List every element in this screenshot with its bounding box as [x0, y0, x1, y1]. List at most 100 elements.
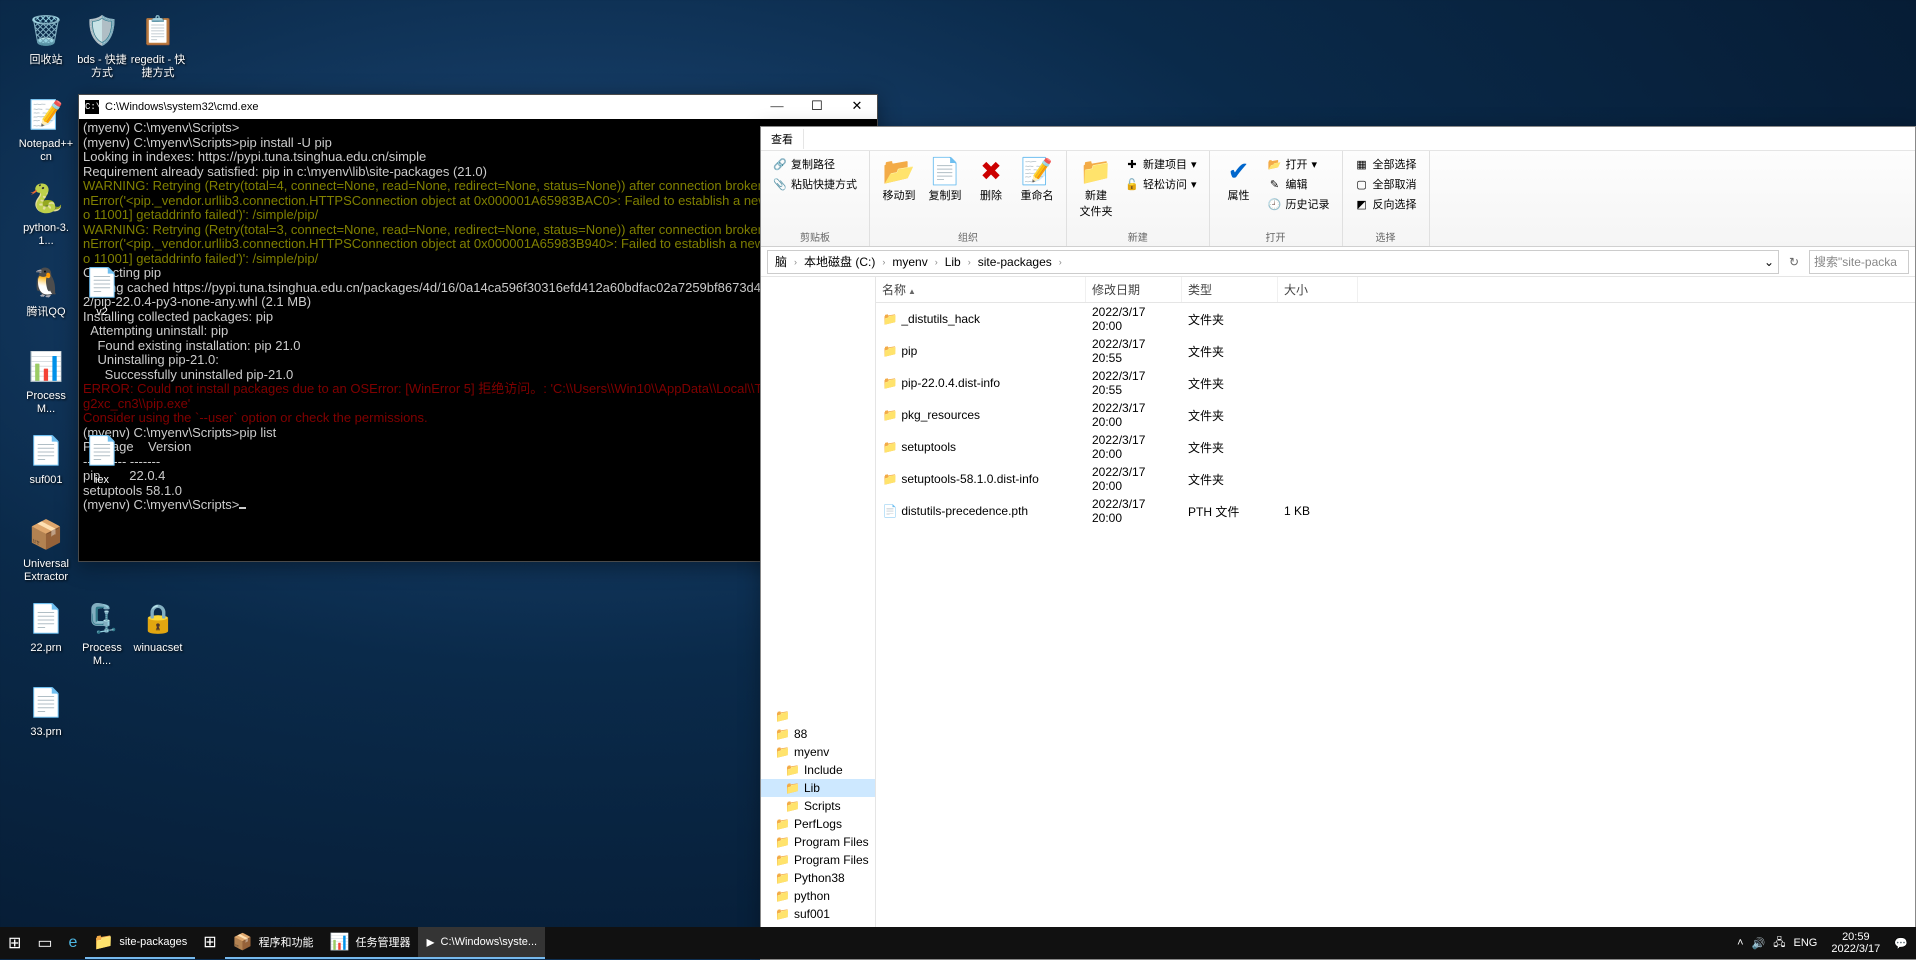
tab-view[interactable]: 查看	[761, 129, 804, 149]
column-headers: 名称▲ 修改日期 类型 大小	[876, 277, 1915, 303]
file-row[interactable]: 📁 setuptools2022/3/17 20:00文件夹	[876, 431, 1915, 463]
task-view-button[interactable]: ▭	[29, 927, 60, 959]
breadcrumb-segment[interactable]: 本地磁盘 (C:)	[801, 253, 878, 270]
cmd-window[interactable]: C:\ C:\Windows\system32\cmd.exe — ☐ ✕ (m…	[78, 94, 878, 562]
desktop-icon[interactable]: 📝Notepad++ cn	[18, 94, 74, 164]
tree-label: 88	[794, 727, 807, 741]
app-icon: 🛡️	[82, 10, 122, 50]
column-date[interactable]: 修改日期	[1086, 277, 1182, 302]
column-name[interactable]: 名称▲	[876, 277, 1086, 302]
file-name: _distutils_hack	[901, 312, 980, 326]
network-icon[interactable]: 🖧	[1773, 934, 1785, 953]
new-item-button[interactable]: ✚新建项目 ▾	[1121, 155, 1201, 173]
desktop-icon[interactable]: 📋regedit - 快捷方式	[130, 10, 186, 80]
breadcrumb-segment[interactable]: site-packages	[975, 255, 1055, 269]
tree-item[interactable]: 📁Python38	[761, 869, 875, 887]
tree-item[interactable]: 📁PerfLogs	[761, 815, 875, 833]
tree-label: PerfLogs	[794, 817, 842, 831]
maximize-button[interactable]: ☐	[797, 95, 837, 119]
select-all-button[interactable]: ▦全部选择	[1351, 155, 1421, 173]
taskbar: ⊞ ▭ e 📁site-packages⊞📦程序和功能📊任务管理器▸C:\Win…	[0, 927, 1916, 959]
edit-button[interactable]: ✎编辑	[1264, 175, 1334, 193]
file-row[interactable]: 📁 setuptools-58.1.0.dist-info2022/3/17 2…	[876, 463, 1915, 495]
tree-item[interactable]: 📁Program Files	[761, 833, 875, 851]
tree-item[interactable]: 📁Lib	[761, 779, 875, 797]
folder-icon: 📁	[882, 472, 898, 486]
file-date: 2022/3/17 20:00	[1086, 399, 1182, 431]
chevron-up-icon[interactable]: ˄	[1737, 937, 1743, 949]
app-icon: 🔒	[138, 598, 178, 638]
breadcrumb-segment[interactable]: Lib	[942, 255, 964, 269]
history-button[interactable]: 🕘历史记录	[1264, 195, 1334, 213]
file-row[interactable]: 📁 pkg_resources2022/3/17 20:00文件夹	[876, 399, 1915, 431]
file-name: pip	[901, 344, 917, 358]
chevron-down-icon[interactable]: ⌄	[1764, 255, 1774, 269]
tree-item[interactable]: 📁88	[761, 725, 875, 743]
file-row[interactable]: 📁 pip-22.0.4.dist-info2022/3/17 20:55文件夹	[876, 367, 1915, 399]
folder-tree[interactable]: 📁📁88📁myenv📁Include📁Lib📁Scripts📁PerfLogs📁…	[761, 277, 876, 959]
ime-indicator[interactable]: ENG	[1794, 937, 1818, 949]
copy-path-button[interactable]: 🔗复制路径	[769, 155, 861, 173]
system-tray[interactable]: ˄ 🔊 🖧 ENG 20:59 2022/3/17 💬	[1729, 927, 1916, 959]
desktop-icon[interactable]: 📄33.prn	[18, 682, 74, 739]
desktop-icon[interactable]: 🛡️bds - 快捷方式	[74, 10, 130, 80]
search-input[interactable]: 搜索"site-packa	[1809, 250, 1909, 274]
tree-item[interactable]: 📁python	[761, 887, 875, 905]
desktop-icon[interactable]: 🐧腾讯QQ	[18, 262, 74, 319]
breadcrumb-segment[interactable]: 脑	[772, 253, 790, 270]
file-size	[1278, 413, 1358, 417]
refresh-button[interactable]: ↻	[1783, 251, 1805, 273]
file-row[interactable]: 📁 pip2022/3/17 20:55文件夹	[876, 335, 1915, 367]
action-center-icon[interactable]: 💬	[1894, 937, 1908, 950]
folder-icon: 📁	[775, 709, 790, 723]
taskbar-app[interactable]: 📊任务管理器	[322, 927, 419, 959]
app-icon: 📄	[82, 430, 122, 470]
column-size[interactable]: 大小	[1278, 277, 1358, 302]
clock[interactable]: 20:59 2022/3/17	[1825, 929, 1886, 957]
taskbar-app[interactable]: ⊞	[195, 927, 224, 959]
open-button[interactable]: 📂打开 ▾	[1264, 155, 1334, 173]
file-row[interactable]: 📁 _distutils_hack2022/3/17 20:00文件夹	[876, 303, 1915, 335]
tree-item[interactable]: 📁Include	[761, 761, 875, 779]
desktop-icon[interactable]: 🗑️回收站	[18, 10, 74, 67]
file-list[interactable]: 名称▲ 修改日期 类型 大小 📁 _distutils_hack2022/3/1…	[876, 277, 1915, 959]
desktop-icon[interactable]: 📄iex	[74, 430, 130, 487]
tree-item[interactable]: 📁Program Files	[761, 851, 875, 869]
invert-select-button[interactable]: ◩反向选择	[1351, 195, 1421, 213]
column-type[interactable]: 类型	[1182, 277, 1278, 302]
tree-item[interactable]: 📁Scripts	[761, 797, 875, 815]
close-button[interactable]: ✕	[837, 95, 877, 119]
tree-label: Scripts	[804, 799, 841, 813]
desktop-icon[interactable]: 🗜️ProcessM...	[74, 598, 130, 668]
easy-access-button[interactable]: 🔓轻松访问 ▾	[1121, 175, 1201, 193]
tree-item[interactable]: 📁suf001	[761, 905, 875, 923]
desktop-icon[interactable]: 📄22.prn	[18, 598, 74, 655]
edge-button[interactable]: e	[61, 927, 86, 959]
select-none-button[interactable]: ▢全部取消	[1351, 175, 1421, 193]
volume-icon[interactable]: 🔊	[1752, 937, 1766, 950]
desktop-icon[interactable]: 📊ProcessM...	[18, 346, 74, 416]
desktop-icon[interactable]: 📄suf001	[18, 430, 74, 487]
folder-icon: 📁	[882, 376, 898, 390]
desktop-icon[interactable]: 📄v2	[74, 262, 130, 319]
desktop-icon[interactable]: 🐍python-3.1...	[18, 178, 74, 248]
cmd-titlebar[interactable]: C:\ C:\Windows\system32\cmd.exe — ☐ ✕	[79, 95, 877, 119]
explorer-window[interactable]: 查看 🔗复制路径 📎粘贴快捷方式 剪贴板 📂移动到 📄复制到 ✖删除 📝重命名 …	[760, 126, 1916, 960]
desktop-icon[interactable]: 🔒winuacset	[130, 598, 186, 655]
file-row[interactable]: 📄 distutils-precedence.pth2022/3/17 20:0…	[876, 495, 1915, 527]
taskbar-app[interactable]: 📦程序和功能	[225, 927, 322, 959]
desktop-icon[interactable]: 📦Universal Extractor	[18, 514, 74, 584]
folder-icon: 📁	[775, 889, 790, 903]
breadcrumb[interactable]: 脑›本地磁盘 (C:)›myenv›Lib›site-packages›⌄	[767, 250, 1779, 274]
tree-item[interactable]: 📁myenv	[761, 743, 875, 761]
tree-item[interactable]: 📁	[761, 707, 875, 725]
terminal-output[interactable]: (myenv) C:\myenv\Scripts>(myenv) C:\myen…	[79, 119, 877, 561]
app-icon: 📁	[93, 932, 113, 952]
taskbar-app[interactable]: ▸C:\Windows\syste...	[418, 927, 545, 959]
breadcrumb-segment[interactable]: myenv	[889, 255, 930, 269]
start-button[interactable]: ⊞	[0, 927, 29, 959]
minimize-button[interactable]: —	[757, 95, 797, 119]
taskview-icon: ▭	[37, 933, 52, 953]
taskbar-app[interactable]: 📁site-packages	[85, 927, 195, 959]
paste-shortcut-button[interactable]: 📎粘贴快捷方式	[769, 175, 861, 193]
